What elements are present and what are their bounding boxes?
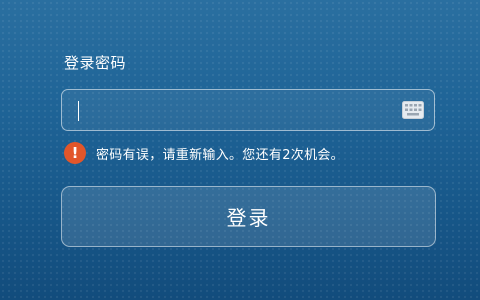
password-label: 登录密码 bbox=[64, 54, 127, 72]
login-button[interactable]: 登录 bbox=[61, 186, 436, 247]
error-message-row: ! 密码有误，请重新输入。您还有2次机会。 bbox=[64, 141, 344, 165]
text-caret bbox=[78, 101, 79, 121]
keyboard-icon[interactable] bbox=[402, 101, 424, 119]
error-alert-icon: ! bbox=[64, 142, 86, 164]
password-input[interactable] bbox=[61, 89, 435, 131]
error-message: 密码有误，请重新输入。您还有2次机会。 bbox=[96, 147, 344, 163]
